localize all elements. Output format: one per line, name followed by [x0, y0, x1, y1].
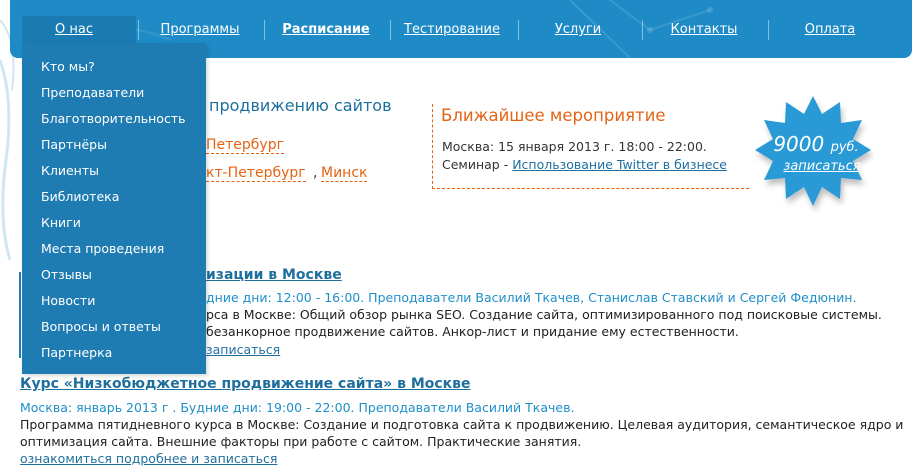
dropdown-item-faq[interactable]: Вопросы и ответы: [41, 319, 161, 334]
nav-item-services[interactable]: Услуги: [555, 22, 601, 37]
city-link-st-peterburg[interactable]: кт-Петербург: [206, 165, 306, 182]
course-title[interactable]: Курс «Низкобюджетное продвижение сайта» …: [20, 376, 471, 392]
upcoming-event-datetime: Москва: 15 января 2013 г. 18:00 - 22:00.: [442, 139, 707, 154]
dropdown-item-charity[interactable]: Благотворительность: [41, 111, 185, 126]
nav-separator: [264, 20, 265, 40]
nav-item-testing[interactable]: Тестирование: [404, 22, 500, 37]
course-title[interactable]: изации в Москве: [206, 267, 342, 283]
course-schedule: дние дни: 12:00 - 16:00. Преподаватели В…: [206, 290, 857, 305]
nav-separator: [138, 20, 139, 40]
city-link-minsk[interactable]: Минск: [321, 165, 368, 182]
nav-separator: [390, 20, 391, 40]
price-amount: 9000 руб.: [773, 132, 859, 156]
dropdown-item-library[interactable]: Библиотека: [41, 189, 119, 204]
dropdown-item-partners[interactable]: Партнёры: [41, 137, 107, 152]
dropdown-item-reviews[interactable]: Отзывы: [41, 267, 92, 282]
nav-item-programs[interactable]: Программы: [161, 22, 240, 37]
dropdown-item-venues[interactable]: Места проведения: [41, 241, 164, 256]
nav-separator: [518, 20, 519, 40]
left-decoration: [0, 0, 22, 474]
dropdown-item-teachers[interactable]: Преподаватели: [41, 85, 144, 100]
upcoming-event-seminar: Семинар - Использование Twitter в бизнес…: [442, 157, 727, 172]
nav-item-contacts[interactable]: Контакты: [671, 22, 738, 37]
price-signup-link[interactable]: записаться: [782, 159, 862, 174]
nav-item-payment[interactable]: Оплата: [805, 22, 856, 37]
page-headline: продвижению сайтов: [209, 96, 392, 115]
nav-item-about[interactable]: О нас: [55, 22, 93, 37]
course-description: Программа пятидневного курса в Москве: С…: [20, 417, 904, 432]
course-description: оптимизация сайта. Внешние факторы при р…: [20, 434, 582, 449]
course-schedule: Москва: январь 2013 г . Будние дни: 19:0…: [20, 400, 575, 415]
about-dropdown-menu: Кто мы? Преподаватели Благотворительност…: [22, 43, 206, 374]
nav-item-schedule[interactable]: Расписание: [282, 22, 369, 37]
course-more-link[interactable]: записаться: [206, 342, 280, 357]
dropdown-item-news[interactable]: Новости: [41, 293, 95, 308]
dropdown-item-affiliate[interactable]: Партнерка: [41, 345, 112, 360]
course-description: рса в Москве: Общий обзор рынка SEO. Соз…: [206, 307, 882, 322]
nav-separator: [768, 20, 769, 40]
city-separator: ,: [313, 165, 318, 181]
course-marker: [19, 272, 21, 358]
dropdown-item-books[interactable]: Книги: [41, 215, 81, 230]
course-description: безанкорное продвижение сайтов. Анкор-ли…: [206, 324, 739, 339]
nav-separator: [642, 20, 643, 40]
upcoming-event-prefix: Семинар -: [442, 157, 513, 172]
course-more-link[interactable]: ознакомиться подробнее и записаться: [20, 451, 277, 466]
city-link-peterburg[interactable]: Петербург: [206, 137, 284, 154]
upcoming-event-link[interactable]: Использование Twitter в бизнесе: [512, 157, 727, 172]
dropdown-item-who-we-are[interactable]: Кто мы?: [41, 59, 95, 74]
dropdown-item-clients[interactable]: Клиенты: [41, 163, 99, 178]
upcoming-event-title: Ближайшее мероприятие: [441, 106, 666, 125]
